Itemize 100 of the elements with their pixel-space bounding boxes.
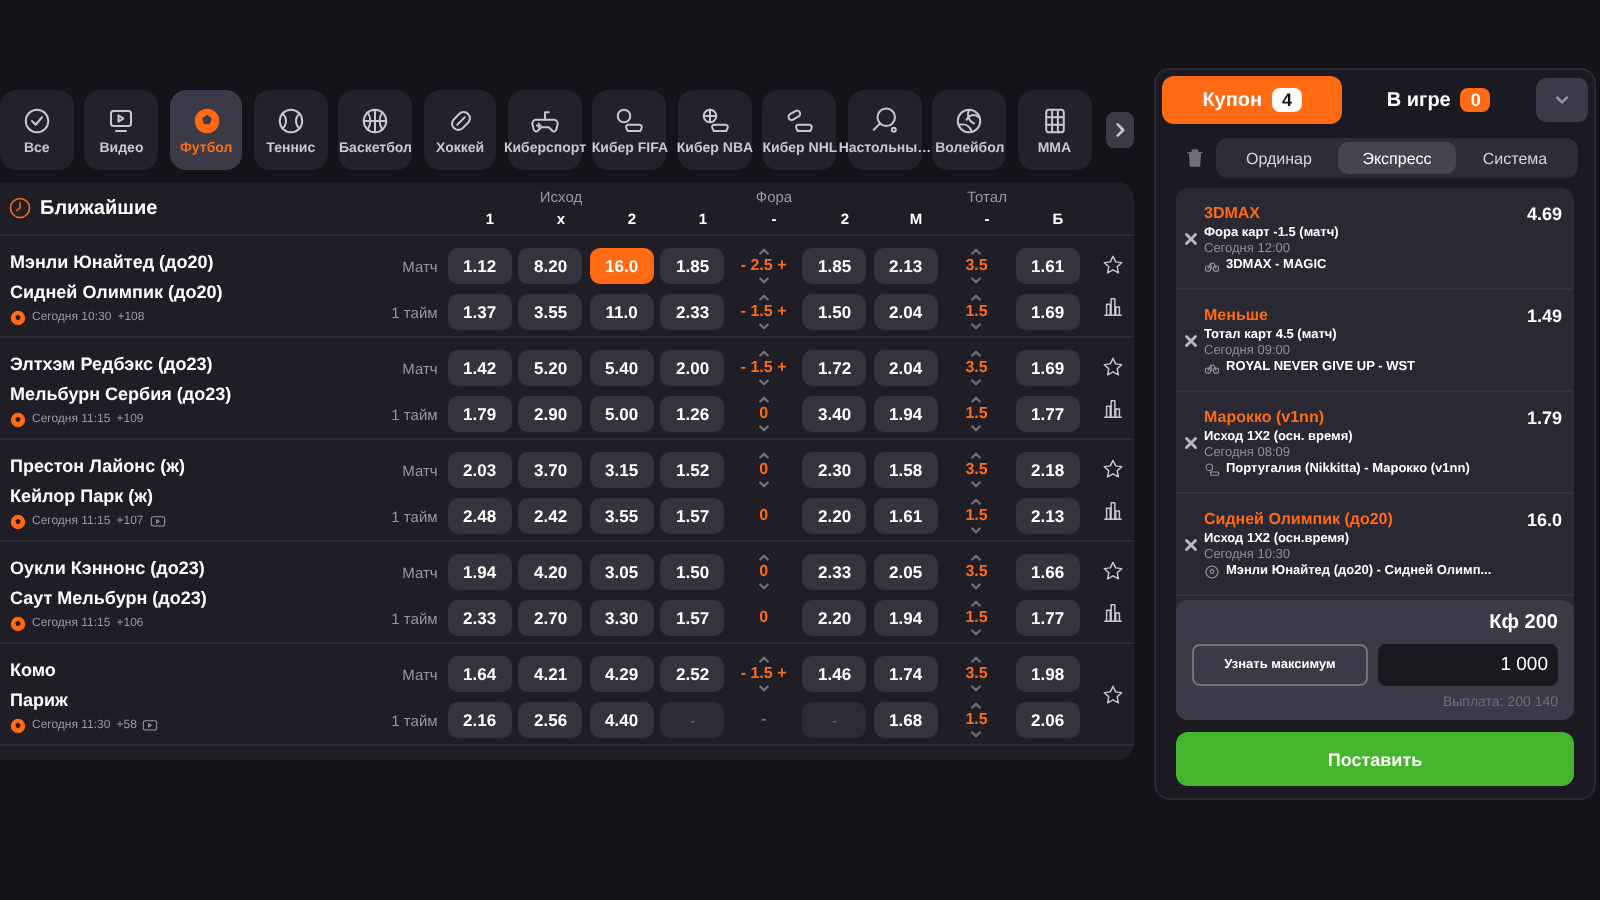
- odds-button[interactable]: 2.05: [873, 554, 938, 590]
- odds-button[interactable]: 1.94: [447, 554, 512, 590]
- chevron-up-icon[interactable]: [757, 248, 770, 256]
- odds-button[interactable]: 2.20: [802, 498, 867, 534]
- chevron-down-icon[interactable]: [757, 424, 770, 432]
- chevron-up-icon[interactable]: [970, 656, 983, 664]
- odds-button[interactable]: 2.90: [518, 396, 583, 432]
- odds-button[interactable]: 2.06: [1015, 702, 1080, 738]
- odds-button[interactable]: 1.37: [447, 294, 512, 330]
- odds-button[interactable]: 4.40: [589, 702, 654, 738]
- chevron-down-icon[interactable]: [970, 582, 983, 590]
- odds-button[interactable]: 1.94: [873, 396, 938, 432]
- chevron-up-icon[interactable]: [970, 702, 983, 710]
- odds-button[interactable]: 1.57: [660, 600, 725, 636]
- chevron-up-icon[interactable]: [970, 600, 983, 608]
- chevron-up-icon[interactable]: [970, 248, 983, 256]
- chevron-down-icon[interactable]: [970, 378, 983, 386]
- chevron-up-icon[interactable]: [970, 350, 983, 358]
- odds-button[interactable]: 1.61: [873, 498, 938, 534]
- odds-button[interactable]: 4.20: [518, 554, 583, 590]
- chevron-down-icon[interactable]: [970, 684, 983, 692]
- odds-button[interactable]: 1.42: [447, 350, 512, 386]
- chevron-up-icon[interactable]: [757, 396, 770, 404]
- star-icon[interactable]: [1101, 356, 1124, 378]
- odds-button[interactable]: 1.85: [802, 248, 867, 284]
- chevron-down-icon[interactable]: [970, 276, 983, 284]
- odds-button[interactable]: 1.46: [802, 656, 867, 692]
- bet-type-tab[interactable]: Система: [1456, 142, 1574, 174]
- odds-button[interactable]: 2.56: [518, 702, 583, 738]
- odds-button[interactable]: 1.68: [873, 702, 938, 738]
- star-icon[interactable]: [1101, 458, 1124, 480]
- chevron-up-icon[interactable]: [757, 294, 770, 302]
- chevron-down-icon[interactable]: [970, 628, 983, 636]
- chevron-down-icon[interactable]: [970, 526, 983, 534]
- bar-chart-icon[interactable]: [1101, 602, 1124, 624]
- odds-button[interactable]: 4.29: [589, 656, 654, 692]
- star-icon[interactable]: [1101, 560, 1124, 582]
- odds-button[interactable]: 1.79: [447, 396, 512, 432]
- odds-button[interactable]: 1.61: [1015, 248, 1080, 284]
- chevron-up-icon[interactable]: [757, 554, 770, 562]
- chevron-down-icon[interactable]: [970, 480, 983, 488]
- odds-button[interactable]: 2.20: [802, 600, 867, 636]
- odds-button[interactable]: 3.15: [589, 452, 654, 488]
- odds-button[interactable]: 1.72: [802, 350, 867, 386]
- odds-button[interactable]: 3.05: [589, 554, 654, 590]
- odds-button[interactable]: 1.50: [660, 554, 725, 590]
- chevron-up-icon[interactable]: [970, 498, 983, 506]
- star-icon[interactable]: [1101, 254, 1124, 276]
- chevron-up-icon[interactable]: [970, 396, 983, 404]
- odds-button[interactable]: 1.64: [447, 656, 512, 692]
- odds-button[interactable]: 5.00: [589, 396, 654, 432]
- odds-button[interactable]: 1.50: [802, 294, 867, 330]
- odds-button[interactable]: 1.69: [1015, 294, 1080, 330]
- odds-button[interactable]: 2.13: [1015, 498, 1080, 534]
- stake-input[interactable]: 1 000: [1378, 644, 1558, 686]
- odds-button[interactable]: 2.16: [447, 702, 512, 738]
- bar-chart-icon[interactable]: [1101, 296, 1124, 318]
- odds-button[interactable]: 1.94: [873, 600, 938, 636]
- odds-button[interactable]: 1.52: [660, 452, 725, 488]
- chevron-down-icon[interactable]: [757, 322, 770, 330]
- odds-button[interactable]: 5.40: [589, 350, 654, 386]
- chevron-up-icon[interactable]: [970, 554, 983, 562]
- odds-button[interactable]: 1.57: [660, 498, 725, 534]
- odds-button[interactable]: 3.70: [518, 452, 583, 488]
- chevron-down-icon[interactable]: [757, 582, 770, 590]
- odds-button[interactable]: 2.04: [873, 294, 938, 330]
- next-button[interactable]: [1106, 112, 1135, 148]
- chevron-up-icon[interactable]: [757, 350, 770, 358]
- chevron-down-icon[interactable]: [757, 276, 770, 284]
- odds-button[interactable]: 2.33: [660, 294, 725, 330]
- odds-button[interactable]: 1.77: [1015, 600, 1080, 636]
- chevron-down-icon[interactable]: [970, 424, 983, 432]
- odds-button[interactable]: 3.55: [589, 498, 654, 534]
- chevron-down-icon[interactable]: [970, 730, 983, 738]
- bar-chart-icon[interactable]: [1101, 500, 1124, 522]
- odds-button[interactable]: 2.42: [518, 498, 583, 534]
- coupon-tab[interactable]: В игре 0: [1348, 76, 1529, 124]
- bet-type-tab[interactable]: Ординар: [1220, 142, 1338, 174]
- chevron-down-icon[interactable]: [970, 322, 983, 330]
- odds-button[interactable]: 1.12: [447, 248, 512, 284]
- chevron-down-icon[interactable]: [757, 684, 770, 692]
- odds-button[interactable]: 1.85: [660, 248, 725, 284]
- coupon-tab[interactable]: Купон 4: [1162, 76, 1343, 124]
- bar-chart-icon[interactable]: [1101, 398, 1124, 420]
- odds-button[interactable]: 11.0: [589, 294, 654, 330]
- chevron-down-icon[interactable]: [757, 378, 770, 386]
- odds-button[interactable]: 2.04: [873, 350, 938, 386]
- odds-button[interactable]: 2.00: [660, 350, 725, 386]
- odds-button[interactable]: 2.30: [802, 452, 867, 488]
- odds-button[interactable]: 2.70: [518, 600, 583, 636]
- odds-button[interactable]: 3.55: [518, 294, 583, 330]
- chevron-up-icon[interactable]: [757, 452, 770, 460]
- bet-type-tab[interactable]: Экспресс: [1338, 142, 1456, 174]
- odds-button[interactable]: 4.21: [518, 656, 583, 692]
- odds-button[interactable]: 2.33: [802, 554, 867, 590]
- close-icon[interactable]: [1182, 229, 1200, 247]
- close-icon[interactable]: [1182, 535, 1200, 553]
- odds-button[interactable]: 1.77: [1015, 396, 1080, 432]
- odds-button[interactable]: 1.26: [660, 396, 725, 432]
- chevron-up-icon[interactable]: [970, 294, 983, 302]
